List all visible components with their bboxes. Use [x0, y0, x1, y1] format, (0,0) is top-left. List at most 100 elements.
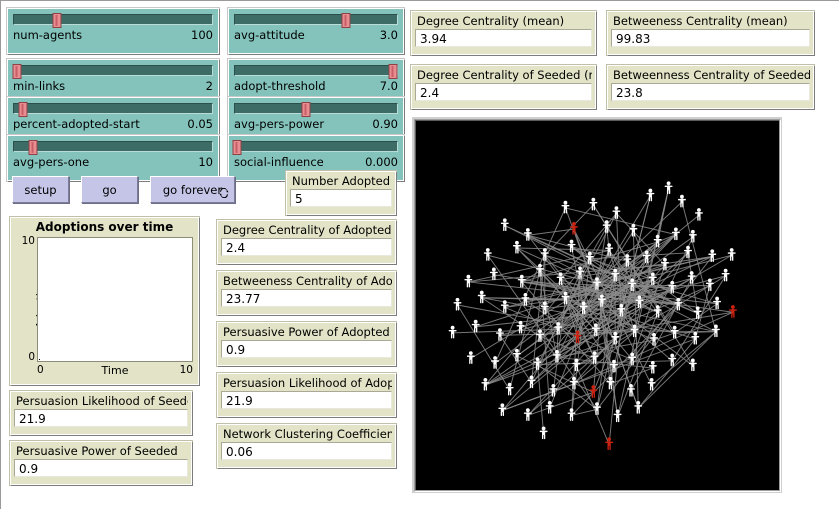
slider-avg-attitude[interactable]: avg-attitude 3.0	[228, 8, 404, 54]
slider-track-area[interactable]	[12, 64, 213, 79]
person-icon-leg-left	[663, 265, 665, 271]
agent-person[interactable]	[500, 218, 509, 232]
person-icon-head	[541, 426, 546, 431]
person-icon-leg-right	[699, 216, 701, 221]
slider-track-area[interactable]	[13, 102, 213, 117]
agent-person[interactable]	[677, 194, 686, 208]
agent-person[interactable]	[694, 208, 703, 221]
monitor-value: 0.9	[221, 340, 392, 358]
person-icon-leg-left	[515, 248, 517, 254]
person-icon-head	[729, 248, 734, 252]
person-icon-arms	[477, 294, 486, 297]
agent-person[interactable]	[664, 181, 673, 194]
person-icon-leg-right	[482, 298, 484, 304]
person-icon-head	[625, 254, 630, 259]
slider-num-agents[interactable]: num-agents 100	[7, 8, 219, 54]
person-icon-leg-left	[666, 189, 669, 194]
agent-person[interactable]	[648, 360, 657, 374]
agent-person[interactable]	[646, 188, 655, 202]
person-icon-leg-left	[629, 392, 631, 397]
go-button[interactable]: go	[81, 176, 138, 203]
agent-person[interactable]	[561, 200, 570, 214]
monitor-value: 2.4	[415, 83, 592, 101]
person-icon-arms	[684, 249, 692, 252]
person-icon-arms	[688, 234, 697, 236]
person-icon-leg-left	[572, 230, 574, 235]
person-icon-leg-left	[670, 289, 672, 294]
go-forever-button[interactable]: go forever	[150, 176, 235, 203]
monitor-value: 2.4	[221, 238, 392, 256]
monitor-value: 23.8	[611, 83, 810, 101]
agent-person[interactable]	[448, 325, 457, 339]
person-icon-arms	[523, 232, 532, 234]
slider-handle[interactable]	[232, 140, 242, 155]
slider-handle[interactable]	[388, 64, 398, 79]
person-icon-head	[686, 245, 690, 250]
slider-handle[interactable]	[301, 102, 311, 117]
person-icon-leg-left	[498, 336, 500, 341]
setup-button[interactable]: setup	[12, 176, 69, 203]
monitor-label: Degree Centrality (mean)	[417, 14, 565, 28]
agent-person[interactable]	[545, 400, 554, 414]
slider-avg-pers-one[interactable]: avg-pers-one 10	[7, 135, 219, 181]
slider-handle[interactable]	[341, 13, 351, 28]
person-icon-leg-right	[676, 235, 678, 241]
slider-track-area[interactable]	[232, 140, 398, 155]
slider-track-area[interactable]	[13, 140, 213, 155]
person-icon-leg-left	[535, 365, 538, 370]
person-icon-arms	[687, 275, 696, 277]
person-icon-head	[595, 402, 599, 407]
person-icon-leg-left	[581, 309, 584, 315]
person-icon-leg-left	[503, 308, 505, 313]
person-icon-leg-left	[591, 205, 594, 211]
network-links-layer	[452, 188, 734, 445]
person-icon-arms	[495, 332, 504, 334]
person-icon-leg-right	[537, 365, 540, 370]
agent-person[interactable]	[613, 409, 622, 423]
person-icon-head	[558, 272, 563, 277]
plot-origin-point	[39, 359, 40, 360]
slider-track-area[interactable]	[234, 64, 398, 79]
slider-track-area[interactable]	[234, 102, 398, 117]
slider-handle[interactable]	[52, 13, 62, 28]
monitor-label: Degree Centrality of Seeded (mean)	[417, 68, 592, 82]
slider-label: social-influence	[234, 155, 324, 169]
network-link	[527, 391, 594, 416]
agent-adopted[interactable]	[605, 437, 614, 451]
network-world-view[interactable]	[414, 119, 780, 491]
person-icon-arms	[553, 354, 561, 356]
person-icon-leg-left	[723, 276, 726, 282]
slider-handle[interactable]	[28, 140, 38, 155]
agent-person[interactable]	[466, 351, 475, 364]
slider-track-area[interactable]	[13, 13, 213, 28]
person-icon-arms	[691, 336, 700, 338]
person-icon-leg-left	[455, 306, 458, 311]
netlogo-interface-window: num-agents 100 min-links 2 percent-adopt…	[0, 0, 839, 509]
person-icon-leg-left	[730, 256, 732, 261]
slider-track-area[interactable]	[234, 13, 398, 28]
person-icon-leg-right	[614, 367, 616, 373]
person-icon-leg-right	[583, 309, 586, 315]
agent-person[interactable]	[489, 267, 498, 281]
person-icon-leg-right	[457, 306, 460, 311]
person-icon-leg-left	[563, 299, 566, 305]
person-icon-leg-left	[731, 313, 733, 318]
person-icon-leg-right	[695, 339, 697, 345]
person-icon-head	[529, 375, 534, 380]
person-icon-arms	[483, 252, 492, 254]
agent-person[interactable]	[634, 400, 643, 414]
slider-handle[interactable]	[12, 64, 22, 79]
monitor-persuasive-power-of-adopted: Persuasive Power of Adopted 0.9	[217, 322, 396, 366]
agent-person[interactable]	[727, 248, 736, 261]
slider-handle[interactable]	[18, 102, 28, 117]
person-icon-head	[587, 251, 592, 256]
person-icon-leg-right	[717, 304, 719, 310]
person-icon-arms	[561, 296, 570, 298]
person-icon-leg-left	[648, 196, 651, 202]
person-icon-leg-right	[565, 299, 568, 305]
person-icon-head	[648, 188, 653, 193]
person-icon-leg-left	[689, 279, 692, 284]
agent-person[interactable]	[539, 426, 548, 440]
agent-person[interactable]	[477, 290, 486, 304]
person-icon-leg-right	[594, 359, 597, 364]
